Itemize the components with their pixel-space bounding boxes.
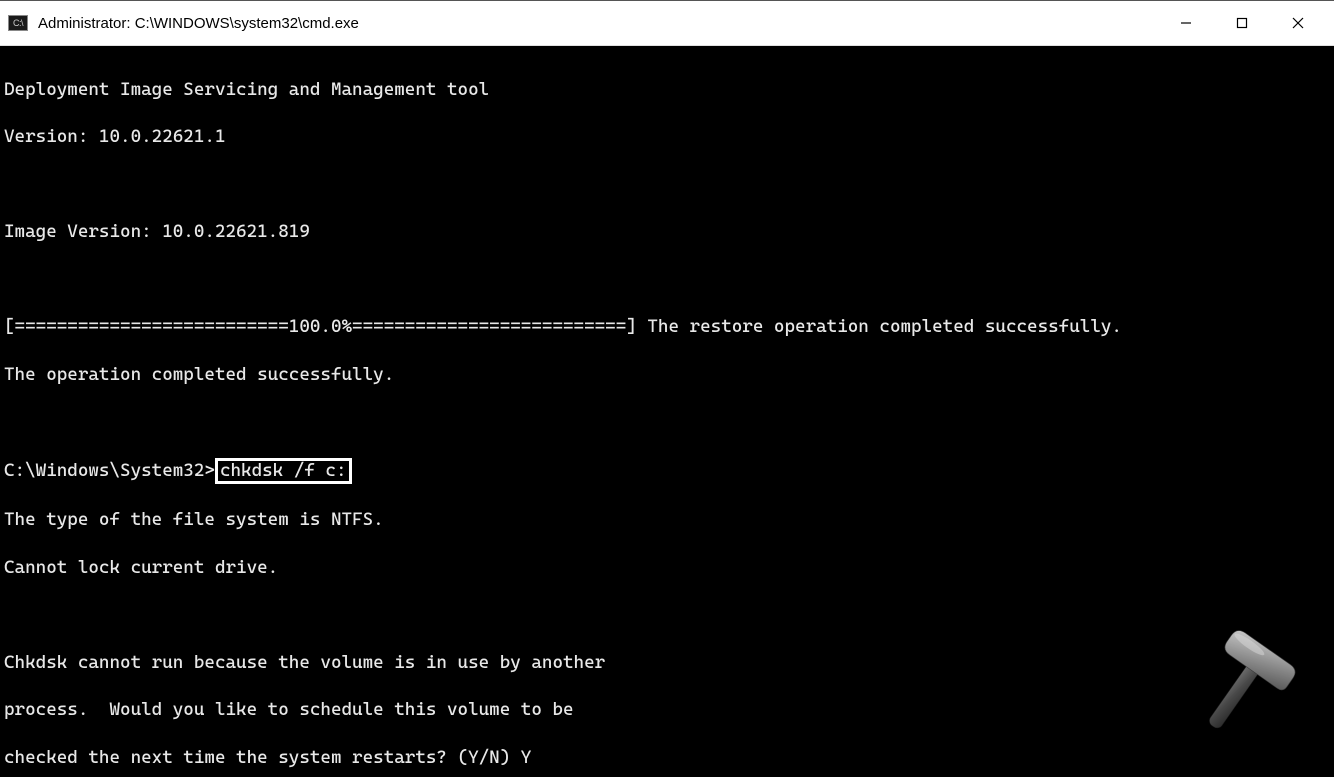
output-line: [==========================100.0%=======… [4, 315, 1330, 339]
output-line: process. Would you like to schedule this… [4, 698, 1330, 722]
output-line: Deployment Image Servicing and Managemen… [4, 78, 1330, 102]
highlighted-command: chkdsk /f c: [215, 458, 352, 485]
output-line: Cannot lock current drive. [4, 556, 1330, 580]
output-line [4, 410, 1330, 434]
output-line: Image Version: 10.0.22621.819 [4, 220, 1330, 244]
output-line: The operation completed successfully. [4, 363, 1330, 387]
prompt: C:\Windows\System32> [4, 460, 215, 481]
output-line [4, 173, 1330, 197]
hammer-icon [1174, 627, 1314, 747]
output-line: Version: 10.0.22621.1 [4, 125, 1330, 149]
close-button[interactable] [1270, 1, 1326, 46]
maximize-button[interactable] [1214, 1, 1270, 46]
close-icon [1291, 16, 1305, 30]
maximize-icon [1235, 16, 1249, 30]
window-title: Administrator: C:\WINDOWS\system32\cmd.e… [38, 15, 1158, 32]
output-line: checked the next time the system restart… [4, 746, 1330, 770]
output-line: Chkdsk cannot run because the volume is … [4, 651, 1330, 675]
output-line [4, 603, 1330, 627]
cmd-icon: C:\ [8, 15, 28, 31]
window-controls [1158, 1, 1326, 46]
minimize-button[interactable] [1158, 1, 1214, 46]
cmd-window: C:\ Administrator: C:\WINDOWS\system32\c… [0, 0, 1334, 777]
titlebar[interactable]: C:\ Administrator: C:\WINDOWS\system32\c… [0, 1, 1334, 46]
minimize-icon [1179, 16, 1193, 30]
terminal-output[interactable]: Deployment Image Servicing and Managemen… [0, 46, 1334, 777]
prompt-line: C:\Windows\System32>chkdsk /f c: [4, 458, 1330, 485]
output-line [4, 268, 1330, 292]
output-line: The type of the file system is NTFS. [4, 508, 1330, 532]
